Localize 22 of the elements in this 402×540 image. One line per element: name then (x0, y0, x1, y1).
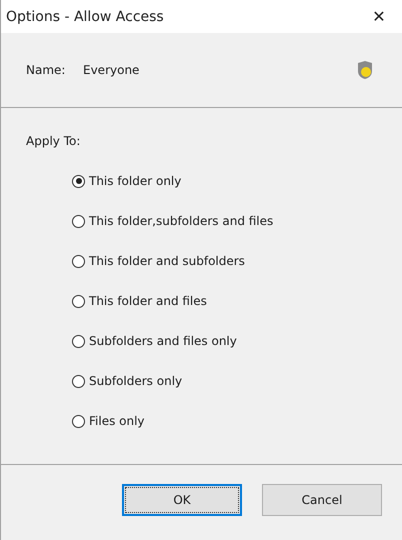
radio-button[interactable] (72, 374, 85, 388)
radio-option[interactable]: This folder and subfolders (72, 253, 377, 269)
apply-to-label: Apply To: (26, 134, 82, 148)
radio-button[interactable] (72, 414, 85, 428)
radio-option[interactable]: Subfolders and files only (72, 333, 377, 349)
dialog-button[interactable]: OK (122, 484, 242, 516)
radio-option[interactable]: This folder,subfolders and files (72, 213, 377, 229)
name-label: Name: (26, 63, 66, 77)
dialog-button[interactable]: Cancel (262, 484, 382, 516)
user-shield-icon (355, 60, 375, 80)
radio-option[interactable]: This folder and files (72, 293, 377, 309)
radio-button[interactable] (72, 174, 85, 188)
radio-option[interactable]: Subfolders only (72, 373, 377, 389)
close-button[interactable]: ✕ (356, 0, 402, 33)
radio-button[interactable] (72, 294, 85, 308)
radio-button[interactable] (72, 214, 85, 228)
name-value: Everyone (83, 63, 140, 77)
radio-option[interactable]: Files only (72, 413, 377, 429)
radio-button[interactable] (72, 334, 85, 348)
window-title: Options - Allow Access (6, 8, 164, 24)
radio-option[interactable]: This folder only (72, 173, 377, 189)
radio-button[interactable] (72, 254, 85, 268)
